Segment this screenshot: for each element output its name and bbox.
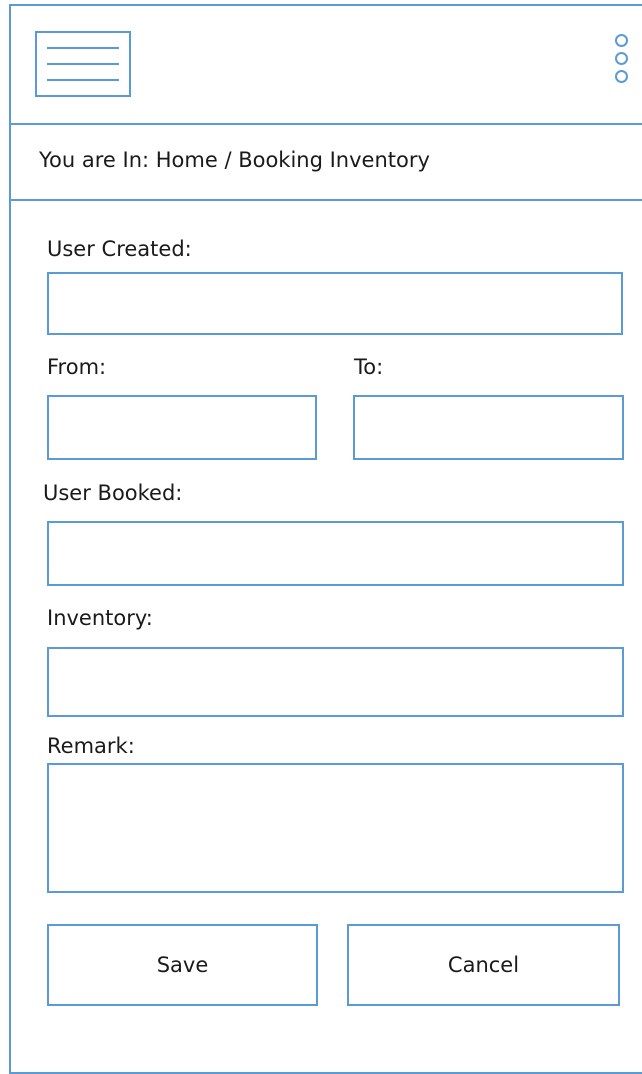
user-created-label: User Created: — [47, 237, 192, 261]
user-created-input[interactable] — [47, 272, 623, 335]
to-input[interactable] — [353, 395, 624, 460]
header-divider — [9, 123, 642, 125]
inventory-input[interactable] — [47, 647, 624, 717]
user-booked-label: User Booked: — [43, 481, 183, 505]
from-input[interactable] — [47, 395, 317, 460]
kebab-dot-top — [615, 34, 628, 47]
cancel-button[interactable]: Cancel — [347, 924, 620, 1006]
breadcrumb: You are In: Home / Booking Inventory — [39, 148, 430, 172]
user-booked-input[interactable] — [47, 521, 624, 586]
from-label: From: — [47, 355, 107, 379]
to-label: To: — [354, 355, 384, 379]
kebab-dot-bottom — [615, 70, 628, 83]
menu-line-top — [47, 47, 119, 49]
inventory-label: Inventory: — [47, 606, 153, 630]
menu-line-middle — [47, 63, 119, 65]
menu-line-bottom — [47, 79, 119, 81]
save-button[interactable]: Save — [47, 924, 318, 1006]
breadcrumb-divider — [9, 199, 642, 201]
hamburger-menu-icon[interactable] — [35, 31, 131, 97]
remark-label: Remark: — [47, 734, 135, 758]
more-options-icon[interactable] — [612, 32, 632, 96]
remark-textarea[interactable] — [47, 763, 624, 893]
kebab-dot-middle — [615, 52, 628, 65]
